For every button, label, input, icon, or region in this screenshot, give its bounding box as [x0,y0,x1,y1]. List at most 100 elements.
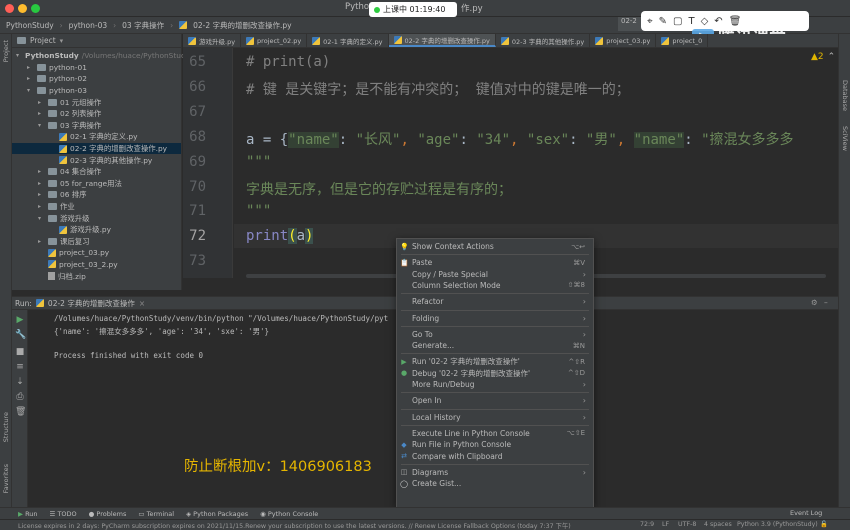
tree-item[interactable]: 02-1 字典的定义.py [12,131,181,143]
menu-item[interactable]: ▶ Run '02-2 字典的增删改查操作' ^⇧R [397,356,593,367]
tree-item[interactable]: 02-2 字典的增删改查操作.py [12,142,181,155]
menu-item[interactable]: Folding › [397,313,593,324]
chevron-up-icon[interactable]: ⌃ [828,52,836,62]
menu-item[interactable]: Local History › [397,412,593,423]
chevron-right-icon[interactable]: ▸ [38,180,45,187]
run-config-name[interactable]: 02-2 字典的增删改查操作 [48,298,135,309]
breadcrumb-2[interactable]: 03 字典操作 [122,20,164,31]
chevron-right-icon[interactable]: ▸ [38,110,45,117]
project-tool-tab[interactable]: Project [2,40,10,62]
tree-item[interactable]: ▸ 作业 [12,201,181,213]
bottom-tab-python-packages[interactable]: ◈ Python Packages [186,510,248,518]
maximize-window-button[interactable] [31,4,40,13]
tab-0[interactable]: 游戏升级.py [183,34,242,47]
close-window-button[interactable] [5,4,14,13]
tree-item[interactable]: ▸ 课后复习 [12,236,181,248]
bottom-tab-todo[interactable]: ☰ TODO [50,510,77,518]
soft-wrap-icon[interactable]: ≡ [15,362,25,372]
menu-item[interactable]: ⇄ Compare with Clipboard [397,451,593,462]
bottom-tab-run[interactable]: ▶ Run [18,510,38,518]
chevron-right-icon[interactable]: ▸ [38,238,45,245]
tree-item[interactable]: ▸ 06 排序 [12,189,181,201]
pen-icon[interactable]: ✎ [659,16,667,27]
chevron-down-icon[interactable]: ▾ [16,52,19,59]
breadcrumb-0[interactable]: PythonStudy [6,21,54,30]
tree-item[interactable]: ▸ python-01 [12,62,181,74]
menu-item[interactable]: Generate... ⌘N [397,340,593,351]
chevron-right-icon[interactable]: ▸ [27,64,34,71]
structure-tool-tab[interactable]: Structure [2,412,10,442]
tree-item[interactable]: ▾ 03 字典操作 [12,120,181,132]
chevron-right-icon[interactable]: ▸ [38,168,45,175]
chevron-down-icon[interactable]: ▾ [27,87,34,94]
bottom-tab-problems[interactable]: ● Problems [89,510,127,518]
status-message[interactable]: License expires in 2 days: PyCharm subsc… [18,521,571,530]
lock-icon[interactable]: 🔓 [820,520,828,528]
event-log-button[interactable]: Event Log [790,509,822,517]
tree-item[interactable]: 02-3 字典的其他操作.py [12,154,181,166]
inspection-widget[interactable]: ▲2 ⌃ [811,52,835,62]
chevron-right-icon[interactable]: ▸ [38,99,45,106]
file-encoding[interactable]: UTF-8 [678,521,696,528]
chevron-right-icon[interactable]: ▸ [38,191,45,198]
tree-item[interactable]: ▸ 02 列表操作 [12,108,181,120]
tree-item[interactable]: ▾ PythonStudy/Volumes/huace/PythonStudy [12,50,190,62]
chevron-right-icon[interactable]: ▸ [27,75,34,82]
sciview-tool-tab[interactable]: SciView [841,126,849,151]
tab-1[interactable]: project_02.py [241,34,308,47]
tab-2[interactable]: 02-1 字典的定义.py [307,34,389,47]
tab-5[interactable]: project_03.py [590,34,657,47]
print-icon[interactable]: ⎙ [15,392,25,402]
tree-item[interactable]: project_03_2.py [12,259,181,271]
line-separator[interactable]: LF [662,521,669,528]
bottom-tab-python-console[interactable]: ◉ Python Console [260,510,318,518]
close-icon[interactable]: × [139,299,145,308]
pointer-icon[interactable]: ⌖ [647,16,653,27]
tree-item[interactable]: project_03.py [12,247,181,259]
tree-item[interactable]: ▸ python-02 [12,73,181,85]
chevron-down-icon[interactable]: ▾ [60,37,64,45]
scroll-end-icon[interactable]: ⇣ [15,377,25,387]
bottom-tab-terminal[interactable]: ▭ Terminal [138,510,174,518]
tab-3-active[interactable]: 02-2 字典的增删改查操作.py [388,34,496,47]
favorites-tool-tab[interactable]: Favorites [2,464,10,493]
rerun-icon[interactable]: ▶ [15,315,25,325]
tree-item[interactable]: ▸ 01 元组操作 [12,96,181,108]
menu-item[interactable]: Copy / Paste Special › [397,269,593,280]
breadcrumb-1[interactable]: python-03 [69,21,108,30]
menu-item[interactable]: More Run/Debug › [397,379,593,390]
indent-setting[interactable]: 4 spaces [704,521,732,528]
menu-item[interactable]: 💡 Show Context Actions ⌥↩ [397,241,593,252]
settings-gear-icon[interactable]: ⚙ [811,298,818,307]
project-panel-title[interactable]: Project [30,36,56,45]
tree-item[interactable]: ▸ 05 for_range用法 [12,178,181,190]
tab-4[interactable]: 02-3 字典的其他操作.py [496,34,591,47]
menu-item[interactable]: ◫ Diagrams › [397,467,593,478]
menu-item[interactable]: ◯ Create Gist... [397,478,593,489]
tree-item[interactable]: ▸ 04 集合操作 [12,166,181,178]
tree-item[interactable]: ▾ 游戏升级 [12,212,181,224]
menu-item[interactable]: Execute Line in Python Console ⌥⇧E [397,428,593,439]
breadcrumb-3[interactable]: 02-2 字典的增删改查操作.py [193,20,292,31]
tree-item[interactable]: 归档.zip [12,270,181,282]
python-interpreter[interactable]: Python 3.9 (PythonStudy) [737,521,818,528]
tree-item[interactable]: 游戏升级.py [12,224,181,236]
tree-item[interactable]: ▾ python-03 [12,85,181,97]
minimize-window-button[interactable] [18,4,27,13]
menu-item[interactable]: ● Debug '02-2 字典的增删改查操作' ^⇧D [397,368,593,379]
chevron-down-icon[interactable]: ▾ [38,215,45,222]
rectangle-icon[interactable]: ▢ [673,16,682,27]
minimize-icon[interactable]: – [824,298,828,307]
chevron-down-icon[interactable]: ▾ [38,122,45,129]
menu-item[interactable]: ◆ Run File in Python Console [397,439,593,450]
caret-position[interactable]: 72:9 [640,521,654,528]
menu-item[interactable]: Refactor › [397,296,593,307]
stop-icon[interactable]: ■ [15,347,25,357]
trash-icon[interactable]: 🗑 [15,407,26,417]
wrench-icon[interactable]: 🔧 [15,330,26,340]
menu-item[interactable]: Column Selection Mode ⇧⌘8 [397,280,593,291]
chevron-right-icon[interactable]: ▸ [38,203,45,210]
menu-item[interactable]: Open In › [397,395,593,406]
tab-6[interactable]: project_0 [656,34,709,47]
menu-item[interactable]: 📋 Paste ⌘V [397,257,593,268]
